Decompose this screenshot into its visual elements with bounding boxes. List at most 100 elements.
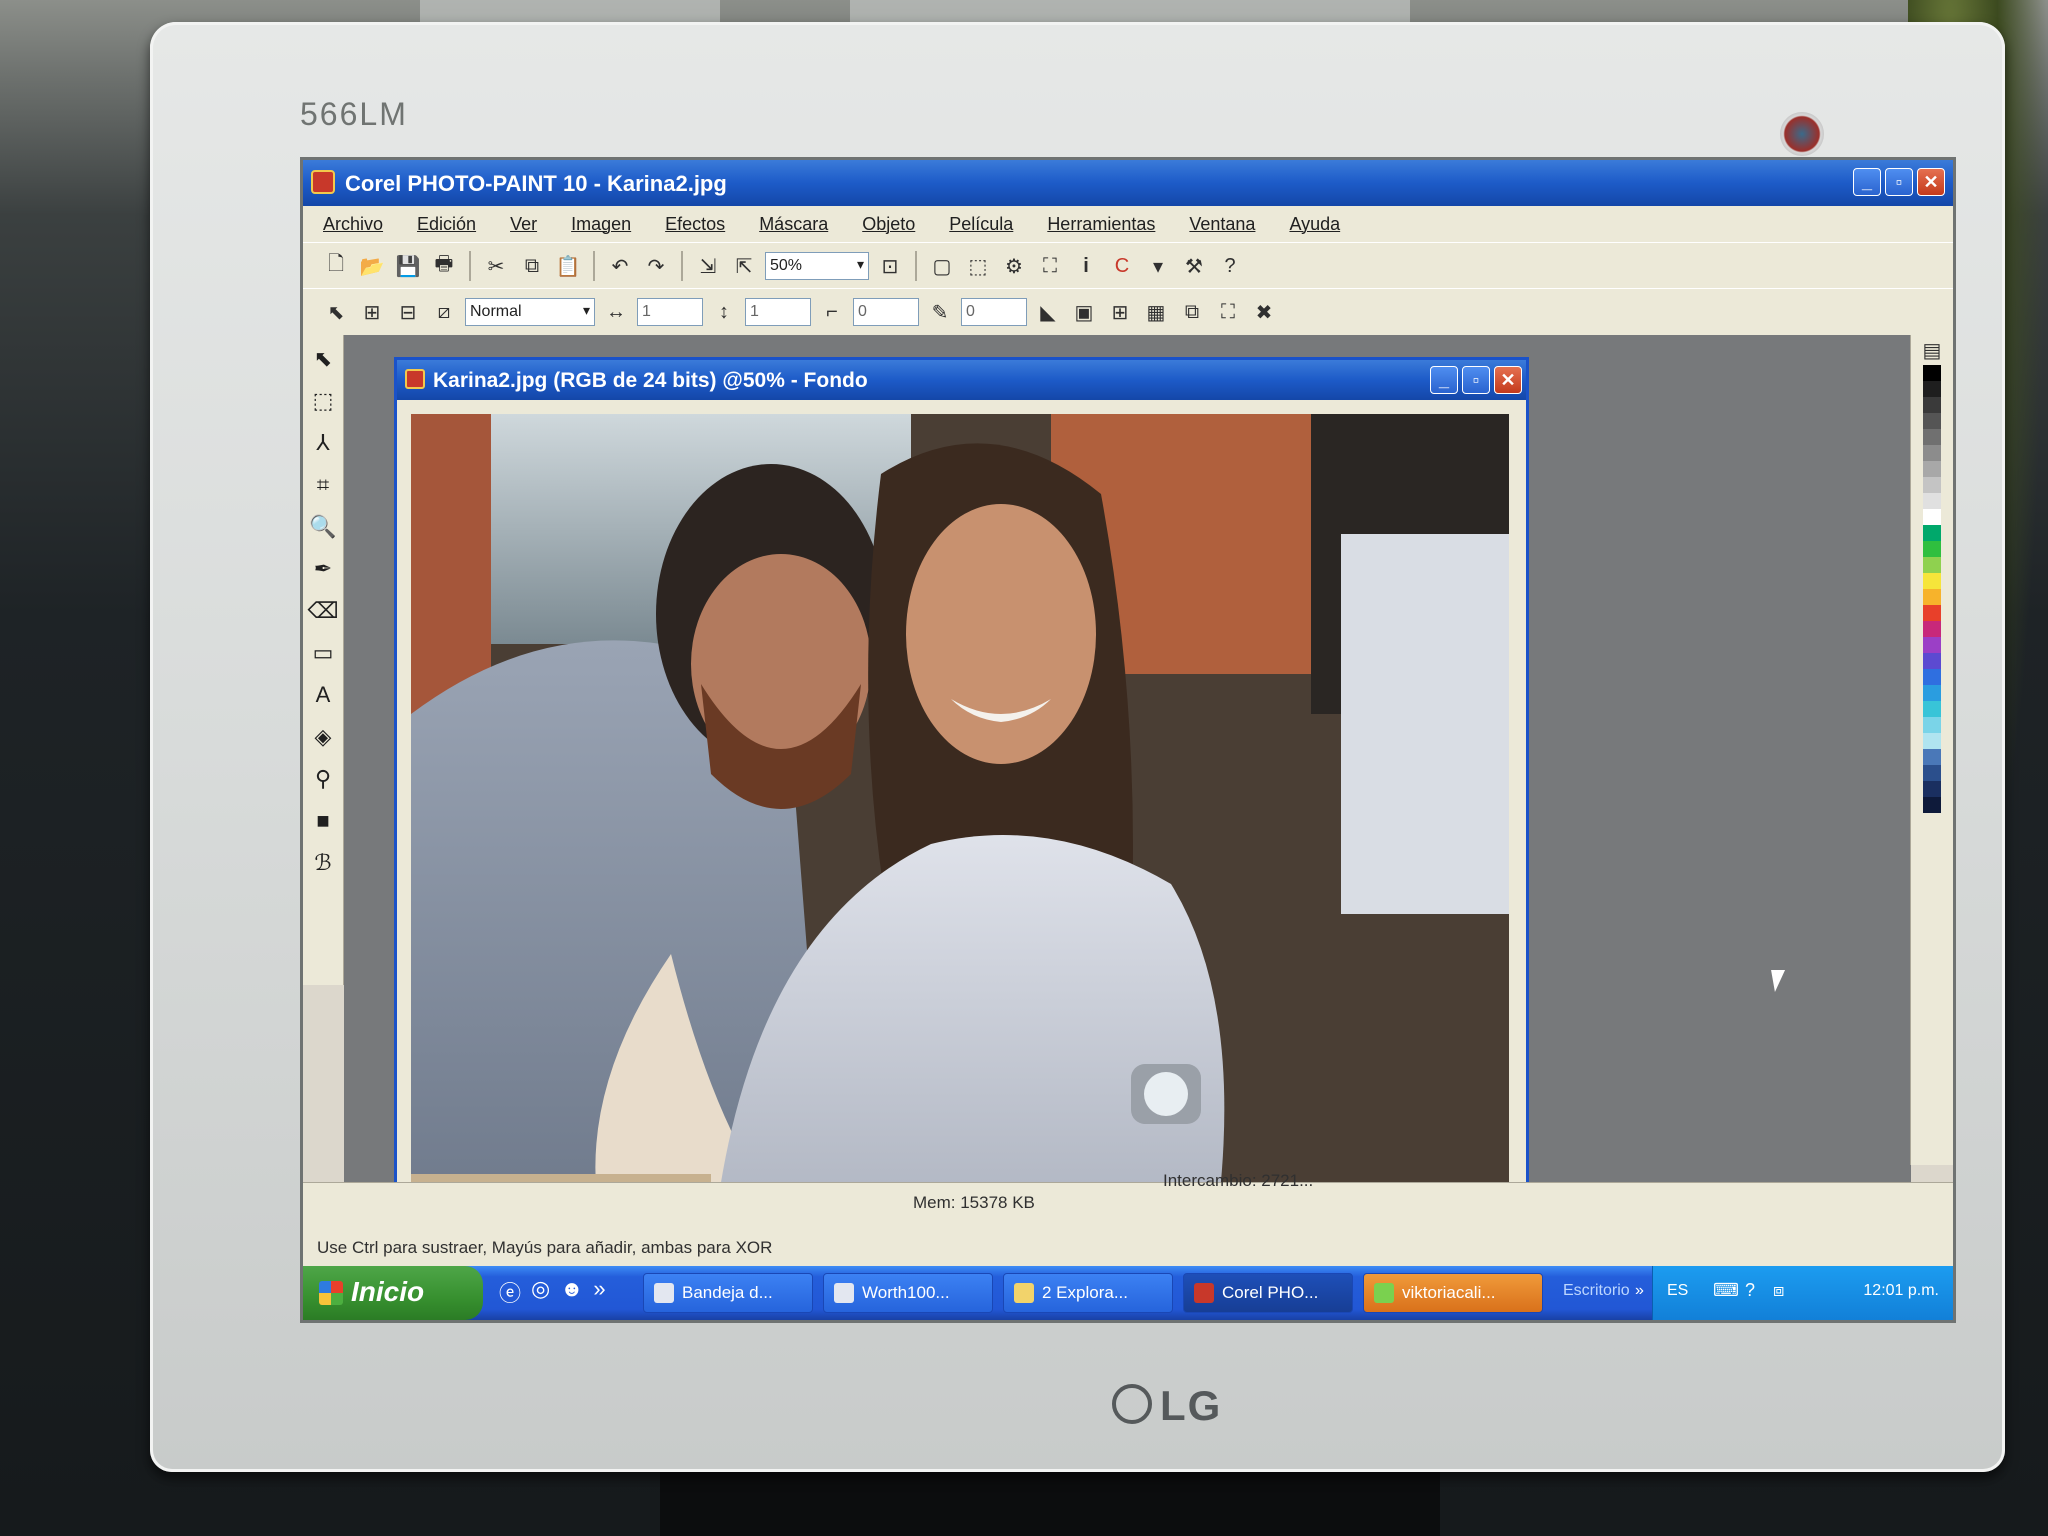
quick-launch-more[interactable]: » <box>593 1276 605 1308</box>
menu-ventana[interactable]: Ventana <box>1189 214 1255 235</box>
menu-ayuda[interactable]: Ayuda <box>1289 214 1340 235</box>
doc-close-button[interactable]: ✕ <box>1494 366 1522 394</box>
redo-icon[interactable]: ↷ <box>641 251 671 281</box>
layers-icon[interactable]: ⧉ <box>1177 297 1207 327</box>
color-swatch[interactable] <box>1923 461 1941 477</box>
paste-icon[interactable]: 📋 <box>553 251 583 281</box>
xor-mode-icon[interactable]: ⧄ <box>429 297 459 327</box>
zoom-select[interactable]: 50% <box>765 252 869 280</box>
grid-icon[interactable]: ▦ <box>1141 297 1171 327</box>
align-icon[interactable]: ⊞ <box>1105 297 1135 327</box>
dropdown-arrow-icon[interactable]: ▾ <box>1143 251 1173 281</box>
color-swatch[interactable] <box>1923 765 1941 781</box>
select-all-icon[interactable]: ⛶ <box>1213 297 1243 327</box>
tray-more[interactable]: » <box>1635 1282 1644 1300</box>
desktop-toolbar-label[interactable]: Escritorio <box>1563 1282 1630 1300</box>
shape-tool-icon[interactable]: ■ <box>305 803 341 839</box>
task-corel[interactable]: Corel PHO... <box>1183 1273 1353 1313</box>
document-titlebar[interactable]: Karina2.jpg (RGB de 24 bits) @50% - Fond… <box>397 360 1526 400</box>
help-icon[interactable]: ? <box>1215 251 1245 281</box>
show-mask-icon[interactable]: ▢ <box>927 251 957 281</box>
color-swatch[interactable] <box>1923 429 1941 445</box>
merge-mode-select[interactable]: Normal <box>465 298 595 326</box>
color-swatch[interactable] <box>1923 749 1941 765</box>
fill-tool-icon[interactable]: ◈ <box>305 719 341 755</box>
app-titlebar[interactable]: Corel PHOTO-PAINT 10 - Karina2.jpg _ ▫ ✕ <box>303 160 1953 206</box>
fit-window-icon[interactable]: ⊡ <box>875 251 905 281</box>
color-swatch[interactable] <box>1923 621 1941 637</box>
color-swatch[interactable] <box>1923 445 1941 461</box>
save-icon[interactable]: 💾 <box>393 251 423 281</box>
color-swatch[interactable] <box>1923 509 1941 525</box>
mask-marquee-icon[interactable]: ⬚ <box>963 251 993 281</box>
menu-mascara[interactable]: Máscara <box>759 214 828 235</box>
network-icon[interactable]: ⧈ <box>1773 1280 1784 1301</box>
new-file-icon[interactable]: 🗋 <box>321 251 351 281</box>
menu-ver[interactable]: Ver <box>510 214 537 235</box>
color-swatch[interactable] <box>1923 653 1941 669</box>
photo-canvas[interactable] <box>411 414 1509 1260</box>
feather-spinner[interactable]: 0 <box>961 298 1027 326</box>
minimize-button[interactable]: _ <box>1853 168 1881 196</box>
rectangle-mask-tool-icon[interactable]: ⬚ <box>305 383 341 419</box>
color-swatch[interactable] <box>1923 589 1941 605</box>
import-icon[interactable]: ⇲ <box>693 251 723 281</box>
open-folder-icon[interactable]: 📂 <box>357 251 387 281</box>
zoom-tool-icon[interactable]: 🔍 <box>305 509 341 545</box>
color-swatch[interactable] <box>1923 573 1941 589</box>
color-swatch[interactable] <box>1923 413 1941 429</box>
freehand-mask-tool-icon[interactable]: ⅄ <box>305 425 341 461</box>
menu-imagen[interactable]: Imagen <box>571 214 631 235</box>
keyboard-icon[interactable]: ⌨ <box>1713 1280 1739 1301</box>
color-swatch[interactable] <box>1923 397 1941 413</box>
width-spinner[interactable]: 1 <box>637 298 703 326</box>
start-button[interactable]: Inicio <box>303 1266 483 1320</box>
color-swatch[interactable] <box>1923 637 1941 653</box>
export-icon[interactable]: ⇱ <box>729 251 759 281</box>
menu-herramientas[interactable]: Herramientas <box>1047 214 1155 235</box>
close-button[interactable]: ✕ <box>1917 168 1945 196</box>
corel-app-icon[interactable] <box>311 170 335 194</box>
task-explorer[interactable]: 2 Explora... <box>1003 1273 1173 1313</box>
color-swatch[interactable] <box>1923 541 1941 557</box>
language-indicator[interactable]: ES <box>1667 1282 1688 1300</box>
color-swatch[interactable] <box>1923 381 1941 397</box>
rectangle-tool-icon[interactable]: ▭ <box>305 635 341 671</box>
color-swatch[interactable] <box>1923 477 1941 493</box>
color-swatch[interactable] <box>1923 669 1941 685</box>
anti-alias-icon[interactable]: ◣ <box>1033 297 1063 327</box>
effect-tool-icon[interactable]: ℬ <box>305 845 341 881</box>
normal-mode-icon[interactable]: ⬉ <box>321 297 351 327</box>
color-swatch[interactable] <box>1923 781 1941 797</box>
color-swatch[interactable] <box>1923 733 1941 749</box>
menu-archivo[interactable]: Archivo <box>323 214 383 235</box>
outlook-icon[interactable]: ◎ <box>531 1276 550 1308</box>
doc-minimize-button[interactable]: _ <box>1430 366 1458 394</box>
scanner-icon[interactable]: ⚒ <box>1179 251 1209 281</box>
info-icon[interactable]: i <box>1071 251 1101 281</box>
object-marquee-icon[interactable]: ⛶ <box>1035 251 1065 281</box>
messenger-icon[interactable]: ☻ <box>560 1276 583 1308</box>
eyedropper-tool-icon[interactable]: ✒ <box>305 551 341 587</box>
remove-mask-icon[interactable]: ✖ <box>1249 297 1279 327</box>
pick-tool-icon[interactable]: ⬉ <box>305 341 341 377</box>
cut-icon[interactable]: ✂ <box>481 251 511 281</box>
color-swatch[interactable] <box>1923 365 1941 381</box>
help-tray-icon[interactable]: ? <box>1745 1280 1755 1301</box>
menu-efectos[interactable]: Efectos <box>665 214 725 235</box>
color-swatch[interactable] <box>1923 701 1941 717</box>
crop-tool-icon[interactable]: ⌗ <box>305 467 341 503</box>
undo-icon[interactable]: ↶ <box>605 251 635 281</box>
color-swatch[interactable] <box>1923 525 1941 541</box>
color-swatch[interactable] <box>1923 605 1941 621</box>
menu-objeto[interactable]: Objeto <box>862 214 915 235</box>
text-tool-icon[interactable]: A <box>305 677 341 713</box>
mask-options-icon[interactable]: ▣ <box>1069 297 1099 327</box>
color-swatch[interactable] <box>1923 493 1941 509</box>
menu-pelicula[interactable]: Película <box>949 214 1013 235</box>
add-mode-icon[interactable]: ⊞ <box>357 297 387 327</box>
doc-maximize-button[interactable]: ▫ <box>1462 366 1490 394</box>
document-icon[interactable] <box>405 369 425 389</box>
palette-options-icon[interactable]: ▤ <box>1917 335 1947 365</box>
color-swatch[interactable] <box>1923 557 1941 573</box>
